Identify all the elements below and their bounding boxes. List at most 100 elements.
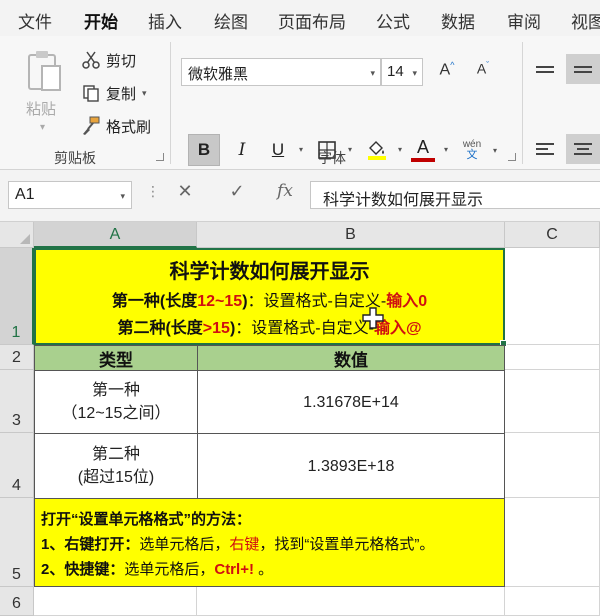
tab-file[interactable]: 文件 bbox=[18, 8, 52, 33]
cell-a2-header[interactable]: 类型 bbox=[34, 345, 198, 371]
name-box[interactable]: A1 ▾ bbox=[8, 181, 132, 209]
row-header-4[interactable]: 4 bbox=[0, 433, 34, 498]
underline-button[interactable]: U ▾ bbox=[262, 134, 303, 166]
cell-a4[interactable]: 第二种 (超过15位) bbox=[34, 433, 198, 499]
type-name: 第一种 bbox=[91, 382, 140, 399]
format-painter-button[interactable]: 格式刷 bbox=[80, 114, 151, 138]
font-group-label: 字体 bbox=[318, 150, 346, 166]
column-header-c[interactable]: C bbox=[505, 222, 600, 248]
formula-input[interactable]: 科学计数如何展开显示 bbox=[310, 181, 600, 209]
chevron-down-icon: ▾ bbox=[120, 191, 125, 201]
cell-b2-header[interactable]: 数值 bbox=[197, 345, 505, 371]
row-header-3[interactable]: 3 bbox=[0, 370, 34, 433]
cell-b6[interactable] bbox=[197, 587, 505, 616]
increase-font-button[interactable]: A^ bbox=[434, 60, 460, 84]
chevron-down-icon[interactable]: ▾ bbox=[40, 122, 45, 133]
clipboard-launcher-icon[interactable] bbox=[156, 153, 164, 161]
font-name-select[interactable]: 微软雅黑 ▾ bbox=[181, 58, 381, 86]
method-two-length: >15 bbox=[202, 320, 230, 337]
cut-label: 剪切 bbox=[106, 52, 137, 70]
tab-review[interactable]: 审阅 bbox=[507, 8, 541, 33]
align-center-button[interactable] bbox=[566, 134, 600, 164]
cell-b4[interactable]: 1.3893E+18 bbox=[197, 433, 505, 499]
copy-button[interactable]: 复制 ▾ bbox=[80, 81, 147, 105]
fill-color-button[interactable]: ▾ bbox=[361, 134, 402, 166]
column-header-b[interactable]: B bbox=[197, 222, 505, 248]
line-icon bbox=[577, 148, 589, 150]
chevron-down-icon: ▾ bbox=[492, 146, 497, 155]
cell-a5-merged-note[interactable]: 打开“设置单元格格式”的方法： 1、右键打开：选单元格后，右键，找到“设置单元格… bbox=[34, 498, 505, 587]
group-divider bbox=[522, 42, 523, 164]
cell-c4[interactable] bbox=[505, 433, 600, 498]
decrease-font-button[interactable]: Aˇ bbox=[470, 60, 496, 84]
paste-button[interactable]: 粘贴 bbox=[26, 98, 56, 119]
row-header-6[interactable]: 6 bbox=[0, 587, 34, 616]
note-title-text: 打开“设置单元格格式”的方法： bbox=[41, 511, 252, 528]
cell-c2[interactable] bbox=[505, 345, 600, 370]
group-divider bbox=[170, 42, 171, 164]
tab-view[interactable]: 视图 bbox=[571, 8, 600, 33]
method-two-steps: ：设置格式-自定义- bbox=[235, 320, 374, 337]
format-painter-label: 格式刷 bbox=[106, 118, 152, 136]
note-line-2: 2、快捷键：选单元格后，Ctrl+! 。 bbox=[41, 557, 498, 582]
insert-function-icon[interactable]: fx bbox=[270, 181, 300, 209]
note-line1-text: 选单元格后， bbox=[139, 536, 230, 553]
chevron-down-icon[interactable]: ▾ bbox=[142, 88, 147, 99]
line-icon bbox=[574, 143, 592, 145]
cell-c6[interactable] bbox=[505, 587, 600, 616]
chevron-down-icon: ▾ bbox=[370, 68, 375, 78]
worksheet-grid: A B C 1 2 3 4 5 6 科学计数如何展开显示 第一种(长度12~15… bbox=[0, 222, 600, 616]
align-top-button[interactable] bbox=[528, 54, 562, 84]
align-middle-button[interactable] bbox=[566, 54, 600, 84]
line-icon bbox=[536, 153, 554, 155]
cell-c1[interactable] bbox=[505, 248, 600, 345]
tab-page-layout[interactable]: 页面布局 bbox=[278, 8, 346, 33]
cell-a1-merged[interactable]: 科学计数如何展开显示 第一种(长度12~15)：设置格式-自定义-输入0 第二种… bbox=[34, 248, 505, 345]
tab-insert[interactable]: 插入 bbox=[148, 8, 182, 33]
chevron-down-icon: ▾ bbox=[443, 145, 448, 154]
cell-c3[interactable] bbox=[505, 370, 600, 433]
ribbon-tab-bar: 文件 开始 插入 绘图 页面布局 公式 数据 审阅 视图 bbox=[0, 0, 600, 40]
row-header-2[interactable]: 2 bbox=[0, 345, 34, 370]
tab-formulas[interactable]: 公式 bbox=[376, 8, 410, 33]
cancel-icon[interactable]: ✕ bbox=[170, 181, 200, 209]
paste-icon[interactable] bbox=[26, 50, 64, 94]
column-header-a[interactable]: A bbox=[34, 222, 197, 248]
note-line2-rest: 。 bbox=[253, 561, 274, 578]
formula-bar: A1 ▾ ⋮ ✕ ✓ fx 科学计数如何展开显示 bbox=[0, 170, 600, 222]
bold-button[interactable]: B bbox=[188, 134, 220, 166]
type-name: 第二种 bbox=[91, 446, 140, 463]
italic-button[interactable]: I bbox=[226, 134, 258, 166]
clipboard-group-label: 剪贴板 bbox=[54, 150, 96, 166]
tab-data[interactable]: 数据 bbox=[441, 8, 475, 33]
align-left-button[interactable] bbox=[528, 134, 562, 164]
cell-a6[interactable] bbox=[34, 587, 197, 616]
note-line2-label: 2、快捷键： bbox=[41, 561, 125, 578]
scissors-icon bbox=[80, 49, 102, 71]
font-launcher-icon[interactable] bbox=[508, 153, 516, 161]
line-icon bbox=[536, 70, 554, 73]
cell-b3[interactable]: 1.31678E+14 bbox=[197, 370, 505, 434]
copy-label: 复制 bbox=[106, 85, 137, 103]
method-one-label: 第一种(长度 bbox=[111, 293, 198, 310]
tab-home[interactable]: 开始 bbox=[84, 8, 118, 40]
select-all-button[interactable] bbox=[0, 222, 34, 248]
tab-draw[interactable]: 绘图 bbox=[214, 8, 248, 33]
cut-button[interactable]: 剪切 bbox=[80, 48, 136, 72]
method-one-length: 12~15 bbox=[197, 293, 243, 310]
note-line1-emphasis: 右键 bbox=[229, 536, 260, 553]
paintbrush-icon bbox=[80, 115, 102, 137]
more-icon[interactable]: ⋮ bbox=[146, 183, 160, 200]
sheet-title: 科学计数如何展开显示 bbox=[169, 261, 370, 283]
chevron-down-icon: ▾ bbox=[412, 68, 417, 78]
cell-c5[interactable] bbox=[505, 498, 600, 587]
font-size-select[interactable]: 14 ▾ bbox=[381, 58, 423, 86]
grow-font-glyph: A bbox=[439, 61, 451, 79]
type-range: (超过15位) bbox=[77, 469, 155, 486]
row-header-5[interactable]: 5 bbox=[0, 498, 34, 587]
font-color-button[interactable]: A ▾ bbox=[407, 134, 448, 166]
enter-icon[interactable]: ✓ bbox=[222, 181, 252, 209]
phonetic-guide-button[interactable]: wén 文 ▾ bbox=[456, 134, 497, 166]
cell-a3[interactable]: 第一种 （12~15之间） bbox=[34, 370, 198, 434]
row-header-1[interactable]: 1 bbox=[0, 248, 34, 345]
